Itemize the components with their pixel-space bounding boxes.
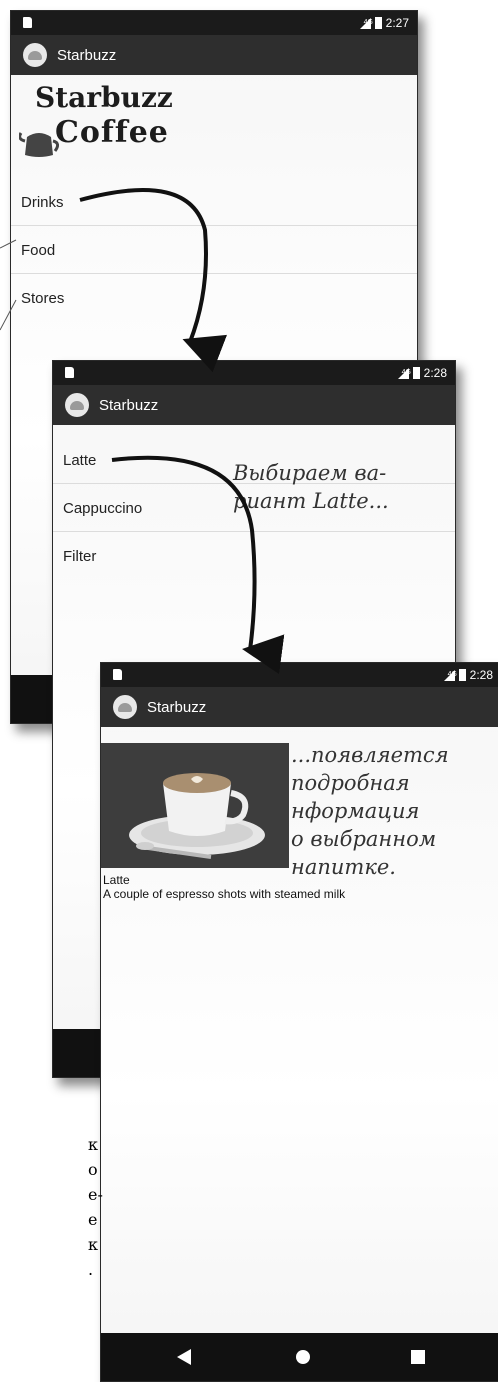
flow-arrows (0, 188, 285, 675)
side-text-line: . (88, 1260, 94, 1279)
callout-line (0, 299, 17, 331)
callout-line (0, 239, 17, 249)
side-text-line: к (88, 1135, 98, 1154)
arrow-latte-to-detail (111, 455, 285, 675)
side-text-line: о (88, 1160, 98, 1179)
side-text-line: е (88, 1210, 98, 1229)
arrow-drinks-to-list (79, 188, 228, 373)
cropped-side-text: к о е- е к . (88, 1132, 103, 1282)
side-text-line: к (88, 1235, 98, 1254)
side-text-line: е- (88, 1185, 103, 1204)
